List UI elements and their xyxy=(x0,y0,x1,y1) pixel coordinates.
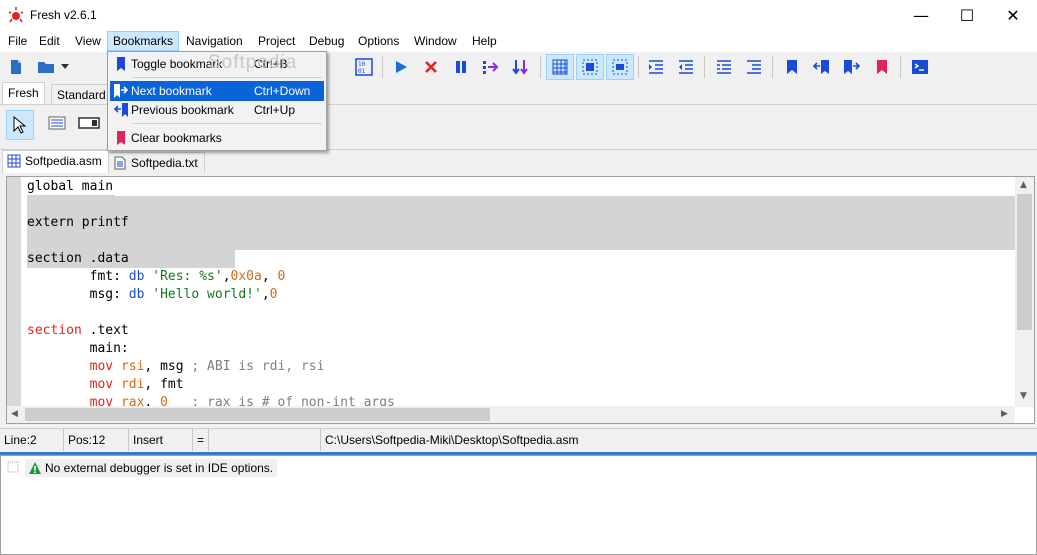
menu-bar: File Edit View Bookmarks Navigation Proj… xyxy=(0,30,1037,52)
minimize-button[interactable]: — xyxy=(898,0,944,30)
new-file-icon[interactable] xyxy=(4,55,28,79)
title-bar: Fresh v2.6.1 — ☐ ✕ xyxy=(0,0,1037,30)
file-tabs: Softpedia.asm Softpedia.txt xyxy=(0,150,1037,174)
next-bookmark-icon xyxy=(114,84,129,98)
status-empty xyxy=(209,429,321,451)
menu-item-next-bookmark[interactable]: Next bookmark Ctrl+Down xyxy=(110,81,324,101)
step-over-icon[interactable] xyxy=(479,55,503,79)
bookmark-icon xyxy=(117,57,125,71)
code-line-9: section .text xyxy=(27,323,129,338)
prev-bookmark-icon[interactable] xyxy=(810,55,834,79)
open-folder-icon[interactable] xyxy=(34,55,58,79)
message-text: No external debugger is set in IDE optio… xyxy=(45,461,274,475)
message-item[interactable]: No external debugger is set in IDE optio… xyxy=(25,459,278,477)
step-into-icon[interactable] xyxy=(509,55,533,79)
menu-item-clear-bookmarks[interactable]: Clear bookmarks xyxy=(110,128,324,148)
run-icon[interactable] xyxy=(389,55,413,79)
clear-bookmarks-icon xyxy=(117,131,125,145)
app-logo-icon xyxy=(8,7,24,23)
horizontal-scrollbar[interactable]: ◀ ▶ xyxy=(7,406,1015,423)
menu-item-previous-bookmark[interactable]: Previous bookmark Ctrl+Up xyxy=(110,100,324,120)
menu-view[interactable]: View xyxy=(70,32,106,50)
pause-icon[interactable] xyxy=(449,55,473,79)
asm-file-icon xyxy=(7,154,21,168)
clear-bookmarks-icon[interactable] xyxy=(870,55,894,79)
frame-select-icon[interactable] xyxy=(606,54,634,80)
pointer-tool-icon[interactable] xyxy=(6,110,34,140)
txt-file-icon xyxy=(114,156,126,170)
unindent-icon[interactable] xyxy=(674,55,698,79)
scroll-left-icon[interactable]: ◀ xyxy=(11,409,18,419)
code-line-5: section .data xyxy=(27,251,129,266)
maximize-button[interactable]: ☐ xyxy=(944,0,990,30)
warning-icon xyxy=(29,462,41,474)
stop-icon[interactable] xyxy=(419,55,443,79)
tab-standard[interactable]: Standard xyxy=(51,84,112,105)
menu-help[interactable]: Help xyxy=(467,32,502,50)
code-line-12: mov rdi, fmt xyxy=(89,377,184,392)
tab-fresh[interactable]: Fresh xyxy=(2,82,45,105)
menu-bookmarks[interactable]: Bookmarks xyxy=(107,31,180,51)
status-pos: Pos:12 xyxy=(64,429,129,451)
code-line-7: msg: db 'Hello world!',0 xyxy=(89,287,278,302)
panel-component-icon[interactable] xyxy=(78,115,100,134)
uncomment-icon[interactable] xyxy=(742,55,766,79)
menu-project[interactable]: Project xyxy=(253,32,300,50)
expand-icon[interactable] xyxy=(7,461,19,473)
status-path: C:\Users\Softpedia-Miki\Desktop\Softpedi… xyxy=(325,433,579,447)
code-editor[interactable]: global main extern printf section .data … xyxy=(6,176,1035,424)
select-area-icon[interactable] xyxy=(576,54,604,80)
tab-softpedia-asm[interactable]: Softpedia.asm xyxy=(2,150,109,173)
menu-window[interactable]: Window xyxy=(409,32,462,50)
prev-bookmark-icon xyxy=(113,103,128,117)
messages-panel: No external debugger is set in IDE optio… xyxy=(0,455,1037,555)
svg-text:10: 10 xyxy=(358,61,366,68)
scroll-down-icon[interactable]: ▼ xyxy=(1020,391,1027,401)
status-eq: = xyxy=(193,429,209,451)
close-button[interactable]: ✕ xyxy=(990,0,1036,30)
grid-icon[interactable] xyxy=(546,54,574,80)
status-bar: Line:2 Pos:12 Insert = C:\Users\Softpedi… xyxy=(0,428,1037,451)
menu-file[interactable]: File xyxy=(3,32,32,50)
chevron-down-icon[interactable] xyxy=(58,55,72,79)
comment-icon[interactable] xyxy=(712,55,736,79)
menu-edit[interactable]: Edit xyxy=(34,32,65,50)
scroll-right-icon[interactable]: ▶ xyxy=(1001,409,1008,419)
code-line-6: fmt: db 'Res: %s',0x0a, 0 xyxy=(89,269,286,284)
vertical-scrollbar[interactable]: ▲ ▼ xyxy=(1015,177,1034,407)
svg-text:01: 01 xyxy=(358,68,366,75)
menu-navigation[interactable]: Navigation xyxy=(181,32,248,50)
next-bookmark-icon[interactable] xyxy=(840,55,864,79)
menu-debug[interactable]: Debug xyxy=(304,32,349,50)
terminal-icon[interactable] xyxy=(908,55,932,79)
file-tab-label: Softpedia.txt xyxy=(131,156,198,170)
menu-options[interactable]: Options xyxy=(353,32,404,50)
form-component-icon[interactable] xyxy=(48,115,66,134)
indent-icon[interactable] xyxy=(644,55,668,79)
editor-gutter xyxy=(7,177,21,407)
code-line-11: mov rsi, msg ; ABI is rdi, rsi xyxy=(89,359,325,374)
status-mode: Insert xyxy=(129,429,193,451)
vertical-scroll-thumb[interactable] xyxy=(1017,194,1032,330)
file-tab-label: Softpedia.asm xyxy=(25,154,102,168)
menu-item-toggle-bookmark[interactable]: Toggle bookmark Ctrl+B xyxy=(110,54,324,74)
bookmark-icon[interactable] xyxy=(780,55,804,79)
status-line: Line:2 xyxy=(0,429,64,451)
horizontal-scroll-thumb[interactable] xyxy=(25,408,490,421)
binary-icon[interactable]: 10 01 xyxy=(352,55,376,79)
tab-softpedia-txt[interactable]: Softpedia.txt xyxy=(108,152,205,173)
window-title: Fresh v2.6.1 xyxy=(30,8,97,22)
code-line-10: main: xyxy=(27,341,129,356)
scroll-up-icon[interactable]: ▲ xyxy=(1020,180,1027,190)
code-line-1: global main xyxy=(27,179,114,194)
bookmarks-dropdown: Toggle bookmark Ctrl+B Softpedia Next bo… xyxy=(107,51,327,151)
code-line-3: extern printf xyxy=(27,215,129,230)
